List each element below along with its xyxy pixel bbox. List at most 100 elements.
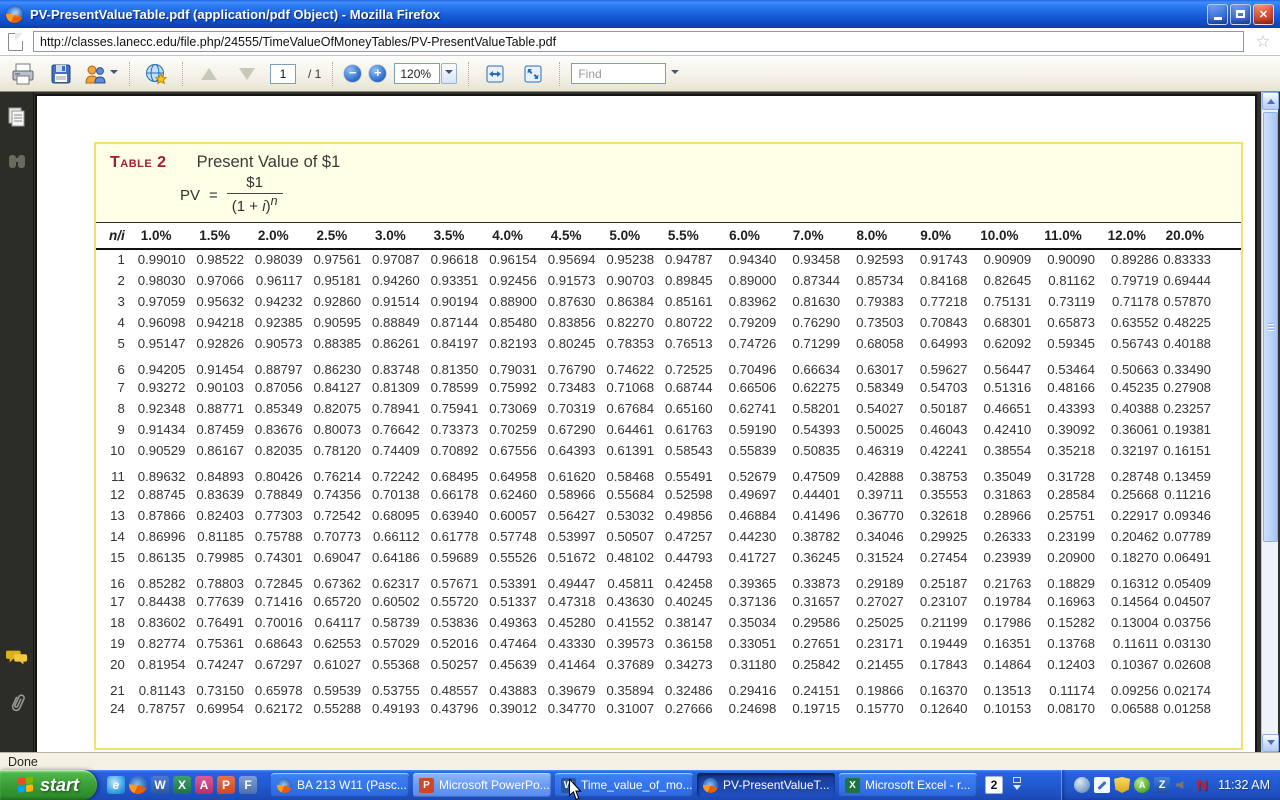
pv-factor-cell: 0.35218 — [1031, 440, 1095, 461]
pv-factor-cell: 0.80722 — [654, 312, 713, 333]
next-page-button[interactable] — [232, 60, 262, 88]
table-body: 10.990100.985220.980390.975610.970870.96… — [96, 249, 1241, 719]
pv-factor-cell: 0.18270 — [1095, 547, 1159, 568]
table-row: 30.970590.956320.942320.928600.915140.90… — [96, 291, 1241, 312]
pv-factor-cell: 0.65160 — [654, 398, 713, 419]
fit-page-button[interactable] — [518, 60, 548, 88]
pv-factor-cell: 0.82403 — [185, 505, 244, 526]
scroll-up-button[interactable] — [1262, 92, 1279, 110]
pv-factor-cell: 0.79209 — [713, 312, 777, 333]
bookmark-star-icon[interactable]: ☆ — [1254, 33, 1272, 51]
web-search-button[interactable] — [141, 60, 171, 88]
pv-factor-cell: 0.51337 — [478, 591, 537, 612]
find-input[interactable]: Find — [571, 63, 666, 84]
zoom-dropdown-button[interactable] — [441, 63, 457, 84]
pv-factor-cell: 0.55839 — [713, 440, 777, 461]
print-button[interactable] — [8, 60, 38, 88]
page-number-input[interactable]: 1 — [270, 64, 296, 84]
pv-factor-cell: 0.33873 — [776, 568, 840, 591]
volume-icon[interactable] — [1174, 777, 1190, 793]
maximize-button[interactable] — [1230, 4, 1251, 25]
pv-factor-cell: 0.83676 — [244, 419, 303, 440]
pv-factor-cell: 0.31180 — [713, 654, 777, 675]
pv-factor-cell: 0.54027 — [840, 398, 904, 419]
review-comment-button[interactable] — [84, 60, 118, 88]
pv-factor-cell: 0.89845 — [654, 270, 713, 291]
pv-factor-cell: 0.64117 — [303, 612, 362, 633]
pv-factor-cell: 0.62460 — [478, 484, 537, 505]
task-button[interactable]: PMicrosoft PowerPo... — [413, 773, 551, 797]
fit-width-button[interactable] — [480, 60, 510, 88]
novell-icon[interactable]: N — [1194, 777, 1210, 793]
pv-factor-cell: 0.33490 — [1159, 354, 1241, 377]
pv-factor-cell: 0.28966 — [967, 505, 1031, 526]
pv-factor-cell: 0.48102 — [595, 547, 654, 568]
pv-factor-cell: 0.81954 — [127, 654, 186, 675]
task-button[interactable]: BA 213 W11 (Pasc... — [271, 773, 409, 797]
previous-page-button[interactable] — [194, 60, 224, 88]
find-dropdown-button[interactable] — [667, 63, 683, 84]
shield-icon[interactable] — [1114, 777, 1130, 793]
save-button[interactable] — [46, 60, 76, 88]
pv-factor-cell: 0.57029 — [361, 633, 420, 654]
pv-factor-cell: 0.56447 — [967, 354, 1031, 377]
vertical-scrollbar[interactable] — [1261, 92, 1278, 752]
quick-launch-internet-explorer-icon[interactable]: e — [107, 776, 125, 794]
pv-factor-cell: 0.75788 — [244, 526, 303, 547]
pv-factor-cell: 0.47318 — [537, 591, 596, 612]
pv-factor-cell: 0.97066 — [185, 270, 244, 291]
quick-launch-powerpoint-icon[interactable]: P — [217, 776, 235, 794]
pv-factor-cell: 0.58966 — [537, 484, 596, 505]
minimize-button[interactable] — [1207, 4, 1228, 25]
z-icon[interactable]: Z — [1154, 777, 1170, 793]
pv-factor-cell: 0.07789 — [1159, 526, 1241, 547]
pv-factor-cell: 0.72542 — [303, 505, 362, 526]
quick-launch-access-icon[interactable]: A — [195, 776, 213, 794]
pv-factor-cell: 0.73483 — [537, 377, 596, 398]
scroll-down-button[interactable] — [1262, 734, 1279, 752]
floppy-disk-icon — [50, 63, 72, 85]
close-button[interactable]: ✕ — [1253, 4, 1274, 25]
messenger-icon[interactable] — [1074, 777, 1090, 793]
table-row: 80.923480.887710.853490.820750.789410.75… — [96, 398, 1241, 419]
pv-factor-cell: 0.53391 — [478, 568, 537, 591]
url-input[interactable]: http://classes.lanecc.edu/file.php/24555… — [33, 31, 1244, 52]
pv-factor-cell: 0.91434 — [127, 419, 186, 440]
task-button[interactable]: PV-PresentValueT... — [697, 773, 835, 797]
pv-factor-cell: 0.57748 — [478, 526, 537, 547]
pages-panel-icon[interactable] — [6, 106, 28, 128]
paperclip-icon[interactable] — [2, 688, 31, 717]
quick-launch-firefox-icon[interactable] — [129, 776, 147, 794]
pv-factor-cell: 0.72525 — [654, 354, 713, 377]
pv-factor-cell: 0.53032 — [595, 505, 654, 526]
tools-icon[interactable] — [1094, 777, 1110, 793]
start-button[interactable]: start — [0, 770, 97, 800]
pv-factor-cell: 0.87866 — [127, 505, 186, 526]
pv-factor-cell: 0.26333 — [967, 526, 1031, 547]
page-icon — [8, 33, 23, 51]
antivirus-icon[interactable]: A — [1134, 777, 1150, 793]
table-row: 150.861350.799850.743010.690470.641860.5… — [96, 547, 1241, 568]
pv-factor-cell: 0.57671 — [420, 568, 479, 591]
pv-factor-cell: 0.29416 — [713, 675, 777, 698]
pv-factor-cell: 0.98039 — [244, 249, 303, 270]
zoom-in-button[interactable]: + — [369, 65, 386, 82]
pv-factor-cell: 0.27651 — [776, 633, 840, 654]
zoom-out-button[interactable]: − — [344, 65, 361, 82]
pv-factor-cell: 0.71299 — [776, 333, 840, 354]
binoculars-icon[interactable] — [6, 150, 28, 172]
scrollbar-thumb[interactable] — [1263, 112, 1278, 542]
pv-factor-cell: 0.62172 — [244, 698, 303, 719]
pv-factor-cell: 0.87630 — [537, 291, 596, 312]
pv-factor-cell: 0.21455 — [840, 654, 904, 675]
taskbar-badge-2[interactable]: 2 — [985, 776, 1003, 794]
quick-launch-excel-icon[interactable]: X — [173, 776, 191, 794]
zoom-level-value[interactable]: 120% — [394, 63, 440, 84]
pv-factor-cell: 0.75992 — [478, 377, 537, 398]
comments-panel-icon[interactable] — [6, 646, 28, 668]
quick-launch-word-icon[interactable]: W — [151, 776, 169, 794]
table-row: 90.914340.874590.836760.800730.766420.73… — [96, 419, 1241, 440]
hidden-icons-chevron[interactable] — [1009, 774, 1025, 796]
task-button[interactable]: XMicrosoft Excel - r... — [839, 773, 977, 797]
quick-launch-frontpage-icon[interactable]: F — [239, 776, 257, 794]
